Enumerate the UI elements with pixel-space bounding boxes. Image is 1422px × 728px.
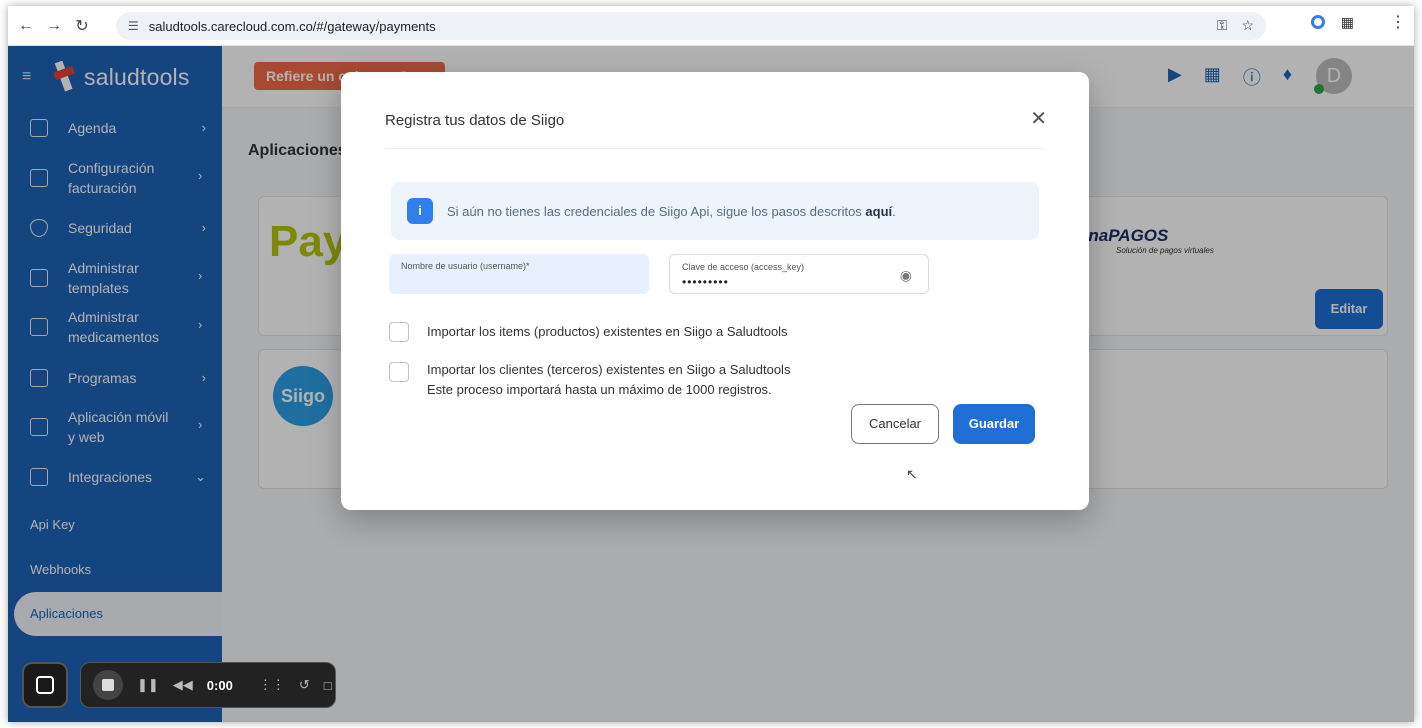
import-items-checkbox[interactable] [389,322,409,342]
site-info-icon[interactable]: ☰ [128,19,139,33]
username-label: Nombre de usuario (username)* [401,261,530,271]
mouse-cursor-icon: ↖ [906,466,918,482]
import-clients-checkbox[interactable] [389,362,409,382]
stop-button[interactable] [93,670,123,700]
save-button[interactable]: Guardar [953,404,1035,444]
info-period: . [892,203,896,219]
trash-icon[interactable]: □ [324,678,332,693]
import-clients-row: Importar los clientes (terceros) existen… [389,360,790,400]
stop-icon [102,679,114,691]
access-key-value: ••••••••• [682,275,729,289]
info-banner: i Si aún no tienes las credenciales de S… [391,182,1039,240]
reload-icon[interactable]: ↻ [68,12,96,40]
close-icon[interactable]: ✕ [1030,106,1047,131]
import-clients-text: Importar los clientes (terceros) existen… [427,360,790,400]
eye-off-icon[interactable]: ◉ [900,267,912,284]
recorder-icon [36,676,54,694]
divider [385,148,1045,149]
screen: ← → ↻ ☰ saludtools.carecloud.com.co/#/ga… [8,6,1414,722]
star-icon[interactable]: ☆ [1241,17,1254,34]
info-link[interactable]: aquí [865,204,892,219]
profile-extension-icon[interactable] [1310,15,1325,29]
recorder-toolbar: ❚❚ ◀◀ 0:00 ⋮⋮ ↺ □ [80,662,336,708]
rewind-icon[interactable]: ◀◀ [173,677,193,693]
info-message: Si aún no tienes las credenciales de Sii… [447,203,866,219]
recording-time: 0:00 [206,677,233,693]
address-bar[interactable]: ☰ saludtools.carecloud.com.co/#/gateway/… [116,12,1266,40]
info-icon: i [407,198,433,224]
pause-icon[interactable]: ❚❚ [137,677,159,693]
forward-icon[interactable]: → [40,12,68,40]
username-field[interactable]: Nombre de usuario (username)* [389,254,649,294]
key-icon[interactable]: ⚿ [1217,17,1228,34]
grid-icon[interactable]: ⋮⋮ [259,677,285,693]
access-key-field[interactable]: Clave de acceso (access_key) ••••••••• ◉ [669,254,929,294]
import-items-row: Importar los items (productos) existente… [389,322,788,342]
recorder-home-button[interactable] [22,662,68,708]
import-clients-label: Importar los clientes (terceros) existen… [427,362,791,377]
import-clients-note: Este proceso importará hasta un máximo d… [427,382,772,397]
import-items-label: Importar los items (productos) existente… [427,324,788,339]
info-text: Si aún no tienes las credenciales de Sii… [447,204,896,219]
modal-title: Registra tus datos de Siigo [385,112,565,129]
access-key-label: Clave de acceso (access_key) [682,262,805,272]
siigo-modal: Registra tus datos de Siigo ✕ i Si aún n… [341,72,1089,510]
browser-toolbar: ← → ↻ ☰ saludtools.carecloud.com.co/#/ga… [8,6,1414,46]
cancel-button[interactable]: Cancelar [851,404,939,444]
undo-icon[interactable]: ↺ [299,677,310,693]
menu-dots-icon[interactable]: ⋮ [1390,12,1406,32]
url-text: saludtools.carecloud.com.co/#/gateway/pa… [148,18,436,34]
extensions-icon[interactable]: ▦ [1341,14,1354,31]
back-icon[interactable]: ← [12,12,40,40]
